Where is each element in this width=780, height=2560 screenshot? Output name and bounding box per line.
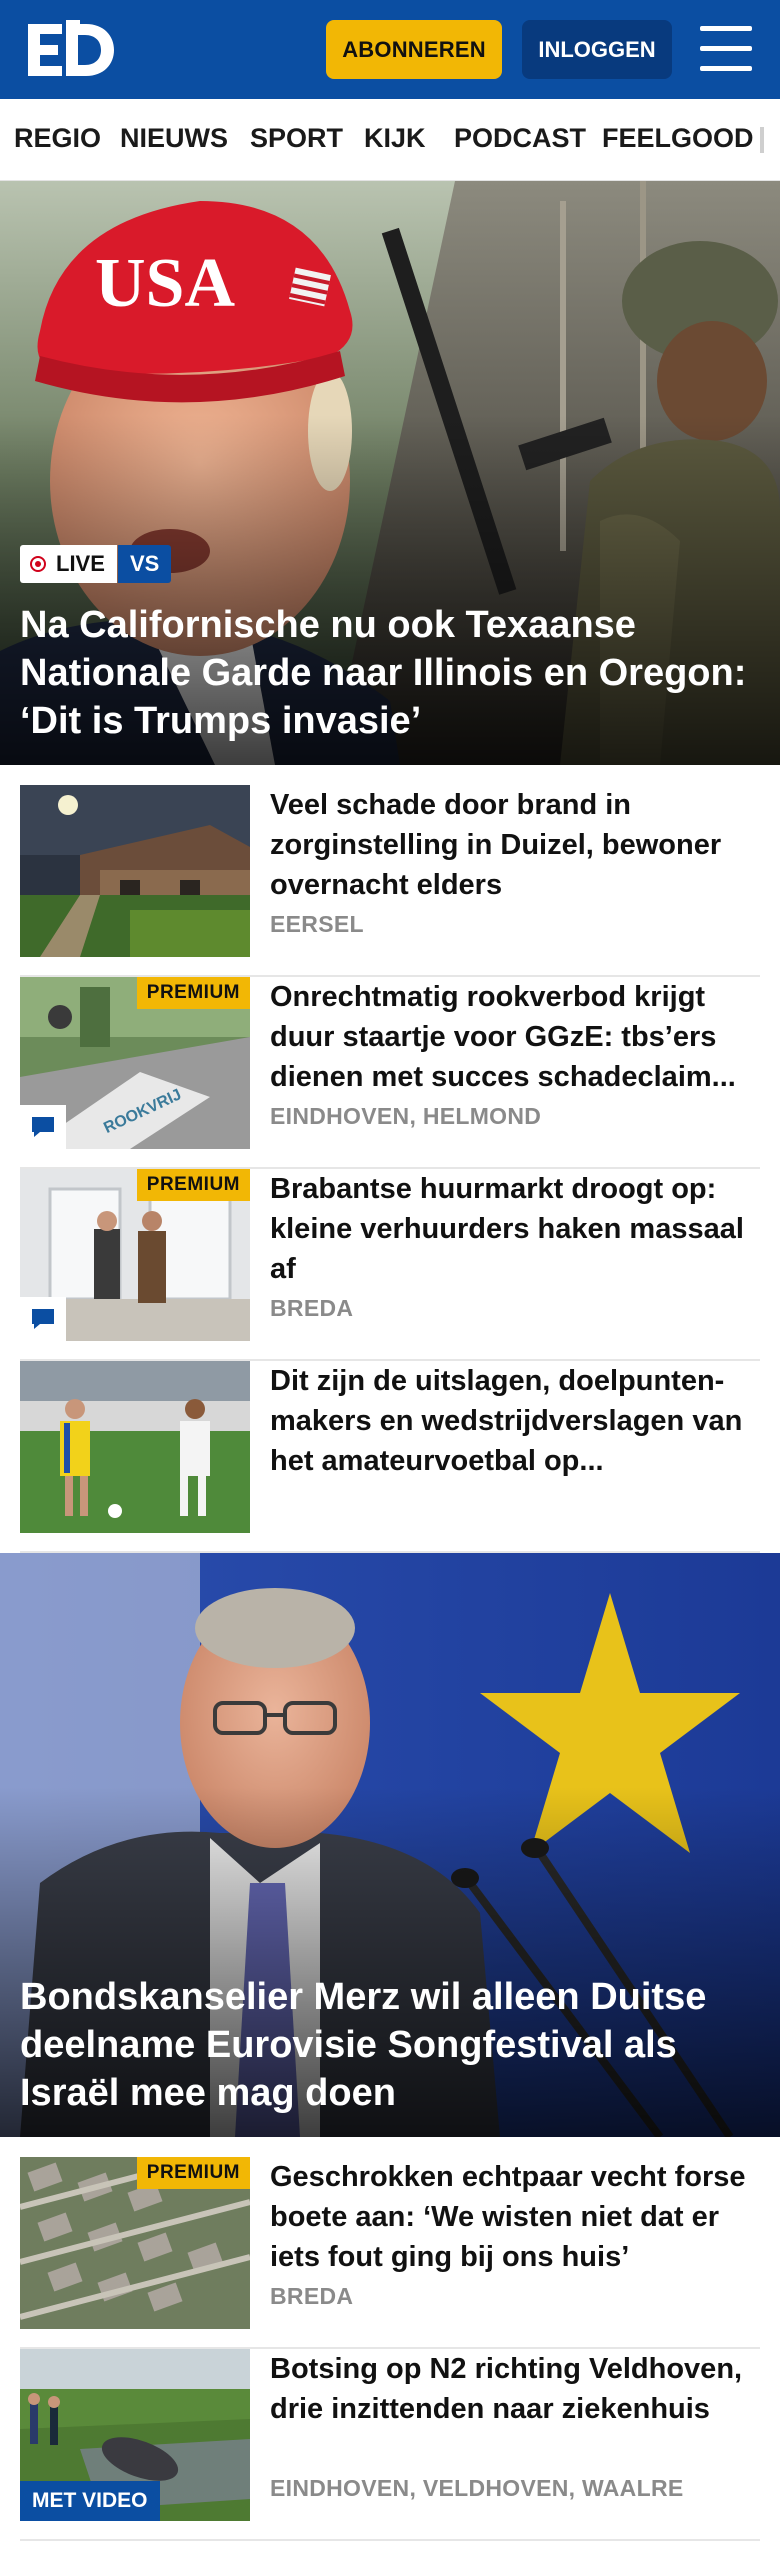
premium-badge: PREMIUM <box>136 977 250 1009</box>
hamburger-menu-icon[interactable] <box>700 26 752 72</box>
article-location: BREDA <box>270 1295 354 1321</box>
comment-icon <box>20 1105 66 1149</box>
nav-item-podcast[interactable]: PODCAST <box>454 123 586 154</box>
subscribe-button[interactable]: ABONNEREN <box>326 20 502 79</box>
live-dot-icon <box>30 556 46 572</box>
article-row[interactable]: MET VIDEO Botsing op N2 richting Veldhov… <box>20 2349 760 2541</box>
article-row[interactable]: Dit zijn de uitslagen, doelpunten-makers… <box>20 1361 760 1553</box>
nav-item-regio[interactable]: REGIO <box>14 123 101 154</box>
article-headline[interactable]: Veel schade door brand in zorginstelling… <box>270 785 750 905</box>
article-thumbnail <box>20 785 250 957</box>
live-badge: LIVE <box>20 545 117 583</box>
live-label: LIVE <box>56 551 105 576</box>
article-thumbnail <box>20 1361 250 1533</box>
hero-headline[interactable]: Na Californische nu ook Texaanse Nationa… <box>20 601 760 745</box>
article-headline[interactable]: Geschrokken echtpaar vecht forse boete a… <box>270 2157 750 2277</box>
cap-text: USA <box>95 245 235 322</box>
site-header: ABONNEREN INLOGGEN <box>0 0 780 99</box>
hero-headline[interactable]: Bondskanselier Merz wil alleen Duitse de… <box>20 1973 760 2117</box>
section-nav: REGIO NIEUWS SPORT KIJK PODCAST FEELGOOD <box>0 99 780 181</box>
article-thumbnail: ROOKVRIJ PREMIUM <box>20 977 250 1149</box>
nav-item-sport[interactable]: SPORT <box>250 123 343 154</box>
article-headline[interactable]: Botsing op N2 richting Veldhoven, drie i… <box>270 2349 750 2429</box>
topic-tag[interactable]: VS <box>118 545 172 583</box>
article-row[interactable]: PREMIUM Brabantse huurmarkt droogt op: k… <box>20 1169 760 1361</box>
article-row[interactable]: Veel schade door brand in zorginstelling… <box>20 785 760 977</box>
article-headline[interactable]: Brabantse huurmarkt droogt op: kleine ve… <box>270 1169 750 1289</box>
article-location: BREDA <box>270 2283 354 2309</box>
article-thumbnail: PREMIUM <box>20 1169 250 1341</box>
nav-item-nieuws[interactable]: NIEUWS <box>120 123 228 154</box>
article-headline[interactable]: Dit zijn de uitslagen, doelpunten-makers… <box>270 1361 750 1481</box>
article-location: EERSEL <box>270 911 364 937</box>
nav-item-feelgood[interactable]: FEELGOOD <box>602 123 754 154</box>
video-badge: MET VIDEO <box>20 2481 160 2521</box>
article-thumbnail: PREMIUM <box>20 2157 250 2329</box>
premium-badge: PREMIUM <box>136 1169 250 1201</box>
article-location: EINDHOVEN, VELDHOVEN, WAALRE <box>270 2475 684 2501</box>
premium-badge: PREMIUM <box>136 2157 250 2189</box>
ed-logo[interactable] <box>28 20 118 80</box>
article-headline[interactable]: Onrechtmatig rookverbod krijgt duur staa… <box>270 977 750 1097</box>
article-row[interactable]: PREMIUM Geschrokken echtpaar vecht forse… <box>20 2157 760 2349</box>
login-button[interactable]: INLOGGEN <box>522 20 672 79</box>
article-thumbnail: MET VIDEO <box>20 2349 250 2521</box>
nav-overflow-indicator <box>760 127 764 153</box>
hero-article-merz[interactable]: Bondskanselier Merz wil alleen Duitse de… <box>0 1553 780 2137</box>
comment-icon <box>20 1297 66 1341</box>
nav-item-kijk[interactable]: KIJK <box>364 123 426 154</box>
article-row[interactable]: ROOKVRIJ PREMIUM Onrechtmatig rookverbod… <box>20 977 760 1169</box>
article-location: EINDHOVEN, HELMOND <box>270 1103 542 1129</box>
hero-article-trump[interactable]: USA LIVE VS Na Californische nu ook Texa… <box>0 181 780 765</box>
